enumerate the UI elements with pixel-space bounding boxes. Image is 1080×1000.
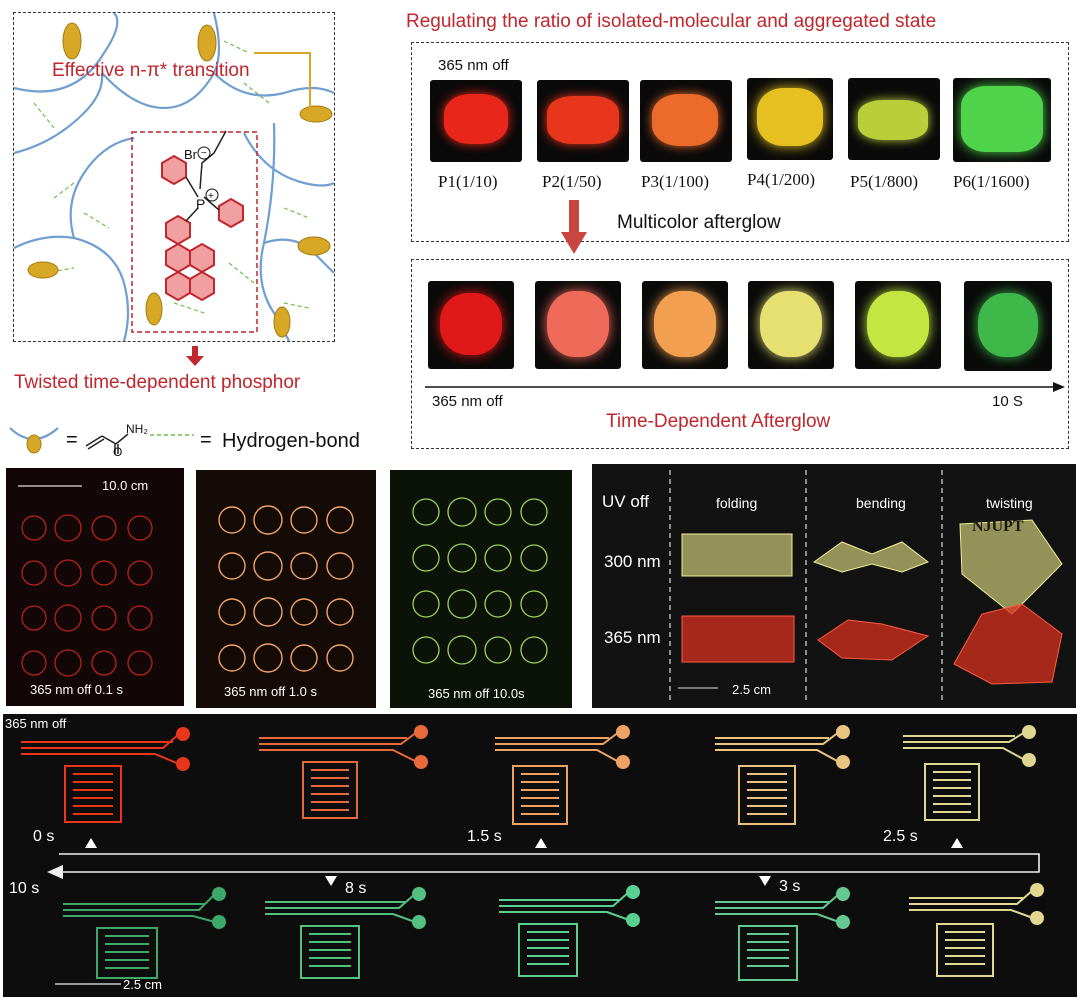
deformation-panel: UV off folding bending twisting 300 nm 3…	[592, 464, 1076, 708]
column-bending: bending	[856, 495, 906, 511]
deform-scale-label: 2.5 cm	[732, 682, 772, 697]
multicolor-afterglow-label: Multicolor afterglow	[617, 212, 781, 233]
uv-off-label: UV off	[602, 492, 649, 511]
pattern-grid	[18, 485, 153, 677]
sample-label-p6: P6(1/1600)	[953, 172, 1030, 191]
afterglow-frame-2	[535, 281, 621, 369]
time-0s: 0 s	[33, 828, 55, 845]
row-300nm: 300 nm	[604, 552, 661, 571]
sample-photo-p6	[953, 78, 1051, 162]
pattern-scale-label: 10.0 cm	[102, 478, 149, 493]
sample-label-p2: P2(1/50)	[542, 172, 602, 191]
effective-transition-label: Effective n-π* transition	[52, 60, 250, 81]
afterglow-frame-5	[855, 281, 941, 369]
afterglow-frame-3	[642, 281, 728, 369]
time-end-label: 10 S	[992, 393, 1023, 410]
time-axis-arrow	[425, 382, 1065, 392]
svg-text:+: +	[208, 191, 214, 202]
sample-label-p5: P5(1/800)	[850, 172, 918, 191]
monomer-legend-icon	[9, 427, 59, 454]
svg-text:−: −	[201, 148, 207, 159]
pattern-photo-2: 365 nm off 1.0 s	[196, 470, 376, 708]
legend-equals-1: =	[66, 429, 78, 451]
time-1-5s: 1.5 s	[467, 828, 502, 845]
circuit-panel: 365 nm off 0 s 1.5 s 2.5 s 10 s 8 s 3 s …	[3, 714, 1077, 997]
sample-photo-p4	[747, 78, 833, 160]
pattern-grid	[412, 497, 548, 665]
sample-label-p1: P1(1/10)	[438, 172, 498, 191]
pattern-grid	[218, 505, 354, 673]
sample-photo-p5	[848, 78, 940, 160]
pattern-caption-1: 365 nm off 0.1 s	[30, 682, 123, 697]
phosphorus-atom: P	[196, 196, 205, 212]
njupt-mark: NJUPT	[972, 518, 1024, 535]
hydrogen-bond-label: Hydrogen-bond	[222, 430, 360, 452]
time-dependent-title: Time-Dependent Afterglow	[606, 411, 831, 432]
down-arrow-icon	[561, 200, 587, 254]
pattern-photo-1: 10.0 cm 365 nm off 0.1 s	[6, 468, 184, 706]
time-3s: 3 s	[779, 878, 801, 895]
legend-o: O	[113, 445, 123, 459]
pattern-photo-3: 365 nm off 10.0s	[390, 470, 572, 708]
sample-photo-p2	[537, 80, 629, 162]
afterglow-frame-6	[964, 281, 1052, 371]
hydrogen-bond-legend-icon	[150, 434, 194, 436]
circuit-diagram	[21, 725, 1044, 985]
legend-equals-2: =	[200, 429, 212, 451]
column-folding: folding	[716, 495, 758, 511]
ratio-panel-title: Regulating the ratio of isolated-molecul…	[406, 11, 937, 32]
circuit-off-label: 365 nm off	[5, 716, 67, 731]
pattern-caption-2: 365 nm off 1.0 s	[224, 684, 317, 699]
time-10s: 10 s	[9, 880, 40, 897]
sample-photo-p1	[430, 80, 522, 162]
twisted-phosphor-label: Twisted time-dependent phosphor	[14, 372, 301, 393]
ratio-off-label: 365 nm off	[438, 57, 509, 74]
sample-label-p4: P4(1/200)	[747, 170, 815, 189]
time-start-label: 365 nm off	[432, 393, 503, 410]
column-twisting: twisting	[986, 495, 1033, 511]
afterglow-frame-1	[428, 281, 514, 369]
circuit-scale-label: 2.5 cm	[123, 977, 163, 992]
time-8s: 8 s	[345, 880, 367, 897]
sample-label-p3: P3(1/100)	[641, 172, 709, 191]
pattern-caption-3: 365 nm off 10.0s	[428, 686, 525, 701]
time-2-5s: 2.5 s	[883, 828, 918, 845]
afterglow-frame-4	[748, 281, 834, 369]
row-365nm: 365 nm	[604, 628, 661, 647]
bromide-ion: Br	[184, 147, 198, 162]
legend-nh2: NH₂	[126, 422, 148, 436]
down-arrow-icon	[186, 346, 204, 366]
sample-photo-p3	[640, 80, 732, 162]
